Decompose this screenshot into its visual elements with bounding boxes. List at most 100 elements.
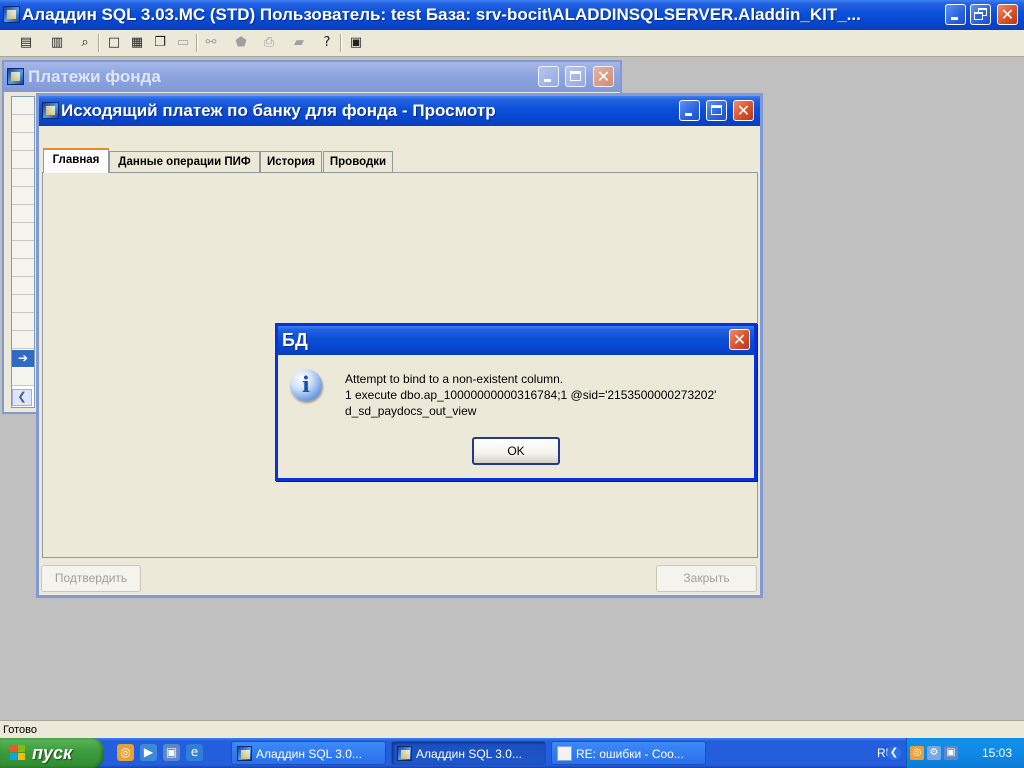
toolbar-separator	[340, 34, 342, 52]
desktop-quicklaunch-icon[interactable]: ▣	[163, 744, 180, 761]
internet-explorer-quicklaunch-icon[interactable]: e	[186, 744, 203, 761]
scroll-left-button[interactable]: ❮	[12, 389, 32, 406]
tab-main[interactable]: Главная	[43, 148, 109, 173]
msgbox-close-button[interactable]: ✕	[729, 329, 750, 350]
payments-minimize-button[interactable]	[538, 66, 559, 87]
tab-history[interactable]: История	[260, 151, 322, 172]
task-button-mail[interactable]: RE: ошибки - Соо...	[551, 741, 706, 765]
toolbar: ▤ ▥ ⌕ □ ▦ ❐ ▭ ⚯ ⬟ ⎙ ▰ ? ▣	[0, 30, 1024, 57]
tab-pif-operation-data[interactable]: Данные операции ПИФ	[109, 151, 260, 172]
payments-grid[interactable]: ➔ ❮	[11, 96, 35, 408]
minimize-icon	[544, 79, 551, 82]
system-tray: ❮ ◎ ⚙ ▣ 15:03	[887, 738, 1024, 768]
outgoing-titlebar[interactable]: Исходящий платеж по банку для фонда - Пр…	[39, 96, 760, 126]
grid-row[interactable]	[12, 97, 34, 115]
outgoing-window-title: Исходящий платеж по банку для фонда - Пр…	[61, 101, 496, 120]
grid-row[interactable]	[12, 313, 34, 331]
payments-titlebar[interactable]: Платежи фонда ✕	[4, 62, 620, 92]
grid-row[interactable]	[12, 331, 34, 349]
media-player-quicklaunch-icon[interactable]: ▶	[140, 744, 157, 761]
maximize-icon	[570, 71, 581, 81]
grid-row[interactable]	[12, 205, 34, 223]
clock[interactable]: 15:03	[982, 738, 1012, 768]
payments-window-title: Платежи фонда	[28, 67, 161, 86]
info-icon: i	[290, 369, 322, 401]
filter-icon: ▰	[294, 35, 304, 50]
close-icon: ✕	[1000, 5, 1015, 24]
start-label: пуск	[32, 743, 73, 763]
taskbar: пуск ◎ ▶ ▣ e Аладдин SQL 3.0... Аладдин …	[0, 738, 1024, 768]
aladdin-app-icon[interactable]	[3, 6, 20, 23]
grid-row[interactable]	[12, 151, 34, 169]
find-icon[interactable]: ⌕	[75, 33, 95, 53]
payments-window-icon[interactable]	[7, 68, 24, 85]
close-icon: ✕	[596, 67, 611, 86]
toolbar-separator	[98, 34, 100, 52]
ok-button[interactable]: OK	[472, 437, 560, 465]
stamp-icon: ⬟	[235, 35, 247, 50]
close-button[interactable]: ✕	[997, 4, 1018, 25]
outgoing-minimize-button[interactable]	[679, 100, 700, 121]
task-label: Аладдин SQL 3.0...	[416, 747, 522, 761]
cylinder-icon[interactable]: ▥	[47, 33, 67, 53]
main-window-title: Аладдин SQL 3.03.MC (STD) Пользователь: …	[22, 5, 861, 24]
printer-icon: ⎙	[263, 35, 275, 50]
document-list-icon[interactable]: ▤	[16, 33, 36, 53]
grid-row[interactable]	[12, 187, 34, 205]
windows-logo-icon	[10, 745, 26, 761]
payments-close-button[interactable]: ✕	[593, 66, 614, 87]
exit-icon[interactable]: ▣	[346, 33, 366, 53]
grid-row[interactable]	[12, 277, 34, 295]
status-bar: Готово	[0, 720, 1024, 739]
window-disabled-icon: ▭	[176, 35, 190, 50]
task-button-aladdin-1[interactable]: Аладдин SQL 3.0...	[231, 741, 386, 765]
tray-network-icon[interactable]: ⚙	[927, 746, 941, 760]
grid-row[interactable]	[12, 115, 34, 133]
tray-app-icon[interactable]: ◎	[910, 746, 924, 760]
task-label: RE: ошибки - Соо...	[576, 747, 684, 761]
restore-button[interactable]	[970, 4, 991, 25]
main-titlebar[interactable]: Аладдин SQL 3.03.MC (STD) Пользователь: …	[0, 0, 1024, 30]
msgbox-title: БД	[282, 330, 308, 350]
tray-monitor-icon[interactable]: ▣	[944, 746, 958, 760]
aladdin-app-icon	[237, 746, 252, 761]
cascade-icon[interactable]: ❐	[150, 33, 170, 53]
grid-row[interactable]	[12, 368, 34, 386]
grid-row[interactable]	[12, 259, 34, 277]
minimize-button[interactable]	[945, 4, 966, 25]
error-message-box[interactable]: БД ✕ i Attempt to bind to a non-existent…	[275, 323, 757, 481]
grid-row[interactable]	[12, 133, 34, 151]
mail-message-icon	[557, 746, 572, 761]
msgbox-line-3: d_sd_paydocs_out_view	[345, 404, 477, 418]
grid-row[interactable]	[12, 241, 34, 259]
grid-row[interactable]	[12, 169, 34, 187]
status-text: Готово	[3, 724, 37, 736]
close-icon: ✕	[736, 101, 751, 120]
start-button[interactable]: пуск	[0, 738, 104, 768]
help-icon[interactable]: ?	[317, 33, 337, 53]
toolbar-separator	[196, 34, 198, 52]
msgbox-titlebar[interactable]: БД ✕	[278, 326, 754, 355]
task-label: Аладдин SQL 3.0...	[256, 747, 362, 761]
window-icon[interactable]: □	[104, 33, 124, 53]
tray-expand-icon[interactable]: ❮	[887, 746, 901, 760]
minimize-icon	[951, 17, 958, 20]
outlook-quicklaunch-icon[interactable]: ◎	[117, 744, 134, 761]
grid-row[interactable]	[12, 223, 34, 241]
outgoing-close-button[interactable]: ✕	[733, 100, 754, 121]
grid-row[interactable]	[12, 295, 34, 313]
minimize-icon	[685, 113, 692, 116]
confirm-button[interactable]: Подтвердить	[41, 565, 141, 592]
tab-postings[interactable]: Проводки	[323, 151, 393, 172]
restore-icon	[974, 8, 987, 21]
binoculars-icon: ⚯	[205, 35, 217, 50]
outgoing-maximize-button[interactable]	[706, 100, 727, 121]
current-row-arrow-icon[interactable]: ➔	[12, 350, 34, 367]
payments-maximize-button[interactable]	[565, 66, 586, 87]
outgoing-window-icon[interactable]	[42, 102, 59, 119]
tile-icon[interactable]: ▦	[127, 33, 147, 53]
aladdin-app-icon	[397, 746, 412, 761]
close-window-button[interactable]: Закрыть	[656, 565, 757, 592]
task-button-aladdin-2[interactable]: Аладдин SQL 3.0...	[391, 741, 546, 765]
maximize-icon	[711, 105, 722, 115]
